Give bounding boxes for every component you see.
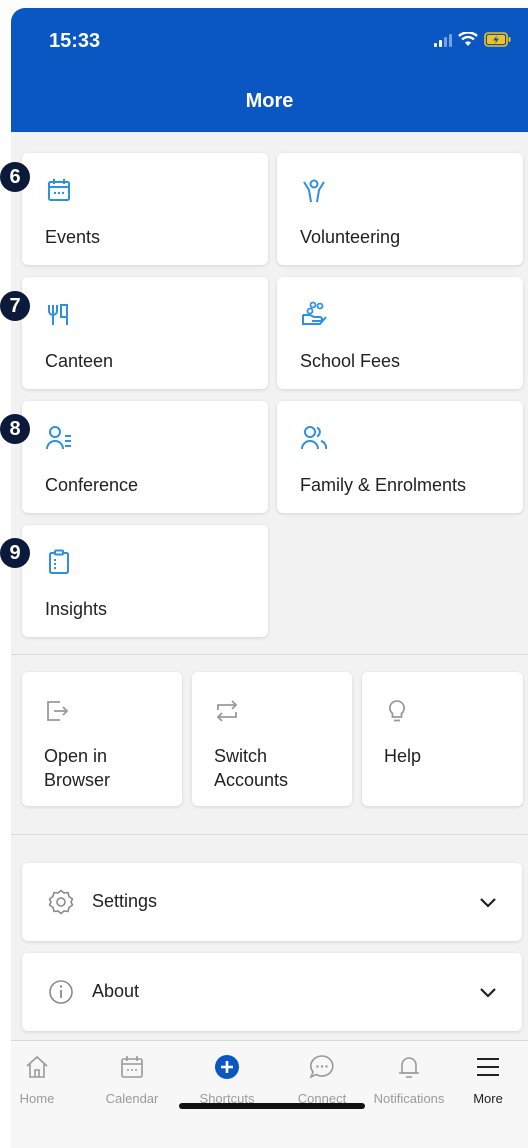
page-title: More (245, 90, 294, 112)
tab-notifications[interactable]: Notifications (359, 1053, 459, 1106)
tile-label: Canteen (45, 351, 114, 371)
tile-school-fees[interactable]: School Fees (277, 277, 523, 389)
tile-label: Volunteering (300, 227, 401, 247)
chevron-down-icon (480, 898, 496, 908)
home-icon (26, 1055, 48, 1078)
tab-shortcuts[interactable]: Shortcuts (184, 1053, 270, 1106)
info-icon (49, 980, 73, 1004)
calendar-icon (121, 1056, 143, 1078)
row-label: About (92, 981, 140, 1001)
tile-label: Events (45, 227, 101, 247)
lightbulb-icon (388, 700, 406, 722)
calendar-icon (48, 179, 70, 201)
step-badge: 7 (0, 291, 30, 321)
app-screen: 15:33 More Events Volunteering Canteen S… (11, 8, 528, 1148)
canteen-icon (48, 304, 68, 325)
chevron-down-icon (480, 988, 496, 998)
step-badge: 8 (0, 414, 30, 444)
divider (11, 834, 528, 835)
family-icon (301, 426, 328, 450)
tab-home[interactable]: Home (11, 1053, 80, 1106)
tile-label: Help (384, 746, 422, 766)
tab-calendar[interactable]: Calendar (89, 1053, 175, 1106)
help-button[interactable]: Help (362, 672, 523, 806)
menu-icon (477, 1058, 499, 1076)
tile-volunteering[interactable]: Volunteering (277, 153, 523, 265)
bell-icon (399, 1057, 419, 1078)
settings-row[interactable]: Settings (22, 863, 522, 941)
conference-icon (46, 426, 71, 450)
tile-family-enrolments[interactable]: Family & Enrolments (277, 401, 523, 513)
header-bar: 15:33 More (11, 8, 528, 132)
tile-conference[interactable]: Conference (22, 401, 268, 513)
plus-circle-icon (215, 1055, 239, 1079)
tile-events[interactable]: Events (22, 153, 268, 265)
tile-canteen[interactable]: Canteen (22, 277, 268, 389)
hand-coins-icon (302, 301, 327, 325)
tile-insights[interactable]: Insights (22, 525, 268, 637)
tab-label: Calendar (105, 1091, 159, 1106)
status-time: 15:33 (49, 30, 101, 52)
tab-label: Home (19, 1091, 55, 1106)
clipboard-icon (49, 549, 69, 574)
row-label: Settings (92, 891, 158, 911)
open-in-browser-button[interactable]: Open in Browser (22, 672, 182, 806)
step-badge: 9 (0, 538, 30, 568)
status-icons (434, 32, 512, 47)
tab-more[interactable]: More (448, 1053, 528, 1106)
tile-label: Switch Accounts (214, 746, 289, 790)
signal-icon (434, 33, 452, 47)
tab-bar: Home Calendar Shortcuts Connect Notifica… (11, 1040, 528, 1148)
battery-icon (484, 32, 512, 47)
tile-label: School Fees (300, 351, 401, 371)
chat-icon (309, 1055, 334, 1079)
switch-icon (216, 700, 238, 722)
divider (11, 654, 528, 655)
step-badge: 6 (0, 162, 30, 192)
tile-label: Open in Browser (44, 746, 111, 790)
volunteer-icon (303, 179, 325, 203)
tile-label: Insights (45, 599, 108, 619)
gear-icon (48, 889, 74, 915)
home-indicator (179, 1103, 365, 1109)
tile-label: Conference (45, 475, 139, 495)
open-external-icon (47, 701, 69, 721)
tab-label: Notifications (373, 1091, 445, 1106)
tab-label: More (473, 1091, 503, 1106)
tab-connect[interactable]: Connect (279, 1053, 365, 1106)
tile-label: Family & Enrolments (300, 475, 467, 495)
about-row[interactable]: About (22, 953, 522, 1031)
wifi-icon (458, 32, 478, 47)
switch-accounts-button[interactable]: Switch Accounts (192, 672, 352, 806)
